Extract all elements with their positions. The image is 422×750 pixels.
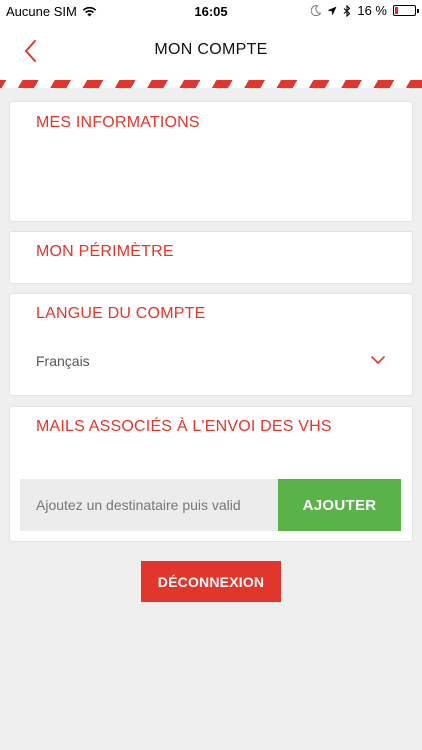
status-right: 16 % (311, 3, 419, 18)
battery-fill (395, 7, 398, 14)
location-icon (327, 6, 337, 15)
moon-icon (311, 5, 322, 16)
recipient-email-input[interactable] (20, 479, 278, 531)
header: MON COMPTE (0, 22, 422, 80)
mails-title: MAILS ASSOCIÉS À L'ENVOI DES VHS (36, 418, 332, 435)
perimetre-title: MON PÉRIMÈTRE (36, 243, 174, 260)
language-select-value[interactable]: Français (36, 353, 90, 369)
card-mails: MAILS ASSOCIÉS À L'ENVOI DES VHS AJOUTER (10, 407, 412, 541)
page-title: MON COMPTE (154, 41, 268, 58)
header-stripe (0, 80, 422, 88)
battery-percent: 16 % (357, 3, 387, 18)
langue-title: LANGUE DU COMPTE (36, 305, 206, 322)
battery-icon (393, 5, 419, 16)
add-recipient-button[interactable]: AJOUTER (278, 479, 401, 531)
status-bar: Aucune SIM 16:05 16 % (0, 0, 422, 22)
logout-button[interactable]: DÉCONNEXION (141, 561, 281, 602)
informations-title: MES INFORMATIONS (36, 114, 200, 131)
card-perimetre[interactable]: MON PÉRIMÈTRE (10, 232, 412, 283)
card-informations[interactable]: MES INFORMATIONS (10, 102, 412, 221)
chevron-down-icon[interactable] (370, 354, 386, 366)
card-langue: LANGUE DU COMPTE Français (10, 294, 412, 395)
bluetooth-icon (343, 4, 351, 17)
